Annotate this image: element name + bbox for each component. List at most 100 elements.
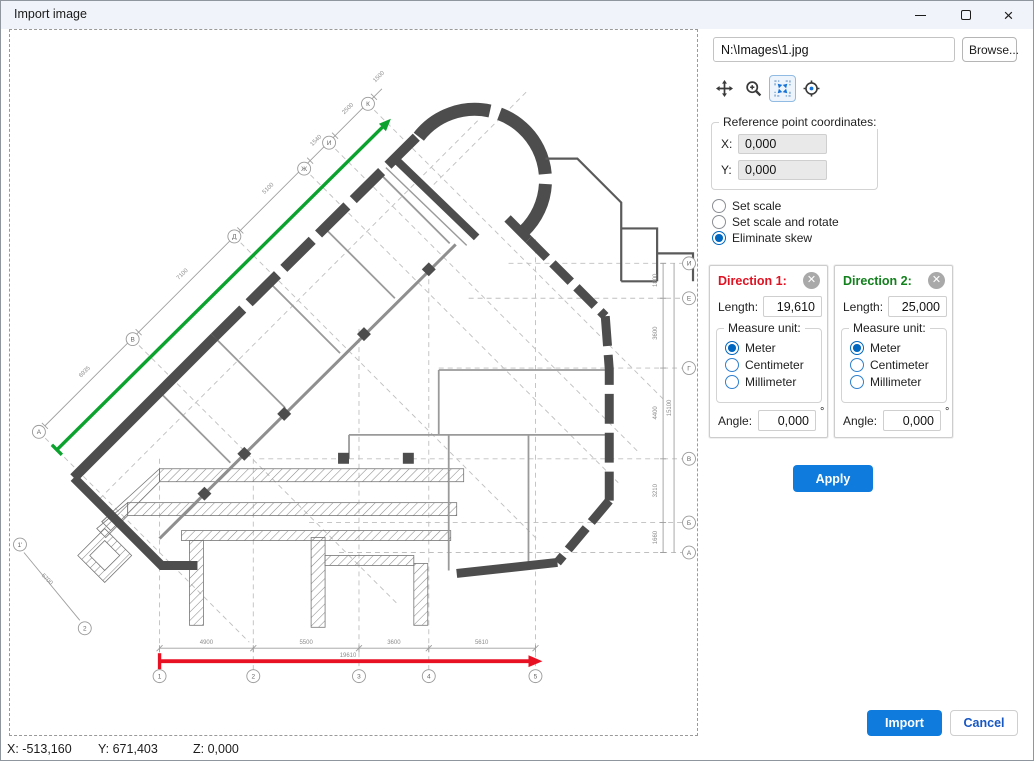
radio-icon (712, 231, 726, 245)
axis-label: В (687, 456, 691, 463)
fit-view-button[interactable] (769, 75, 796, 102)
direction-1-title: Direction 1: (718, 274, 787, 288)
radio-icon (850, 375, 864, 389)
axis-label: Е (687, 296, 692, 303)
axis-label: 1' (18, 542, 23, 549)
reference-legend: Reference point coordinates: (719, 115, 880, 129)
radio-icon (850, 358, 864, 372)
axis-label: 5 (534, 673, 538, 680)
radio-icon (850, 341, 864, 355)
floorplan-image: 12345ИЕГВБААВДЖИК1'249005500360056101961… (10, 30, 697, 735)
radio-icon (725, 375, 739, 389)
axis-label: Ж (301, 166, 307, 173)
unit-option-millimeter[interactable]: Millimeter (725, 375, 796, 389)
apply-button[interactable]: Apply (793, 465, 873, 492)
direction-1-close-button[interactable]: ✕ (803, 272, 820, 289)
angle-label: Angle: (843, 414, 877, 428)
title-bar: Import image × (1, 1, 1033, 29)
measure-unit-legend: Measure unit: (724, 321, 805, 335)
unit-option-millimeter[interactable]: Millimeter (850, 375, 921, 389)
zoom-in-icon (745, 80, 762, 97)
mode-option-set-scale-rotate[interactable]: Set scale and rotate (712, 215, 839, 229)
radio-icon (712, 215, 726, 229)
zoom-tool-button[interactable] (740, 75, 767, 102)
import-button[interactable]: Import (867, 710, 942, 736)
maximize-button[interactable] (943, 1, 988, 29)
close-icon: × (1004, 7, 1014, 24)
minimize-button[interactable] (898, 1, 943, 29)
mode-option-set-scale[interactable]: Set scale (712, 199, 781, 213)
angle-label: Angle: (718, 414, 752, 428)
length-label: Length: (843, 300, 883, 314)
settings-panel: Browse... (706, 29, 1030, 736)
dim-label: 5100 (262, 182, 276, 196)
hatched-walls (78, 469, 464, 628)
dim-label: 19610 (340, 653, 357, 659)
measure-unit-group: Measure unit: Meter Centimeter Millimete… (716, 328, 822, 403)
direction2-arrow[interactable] (52, 119, 391, 455)
origin-point-button[interactable] (798, 75, 825, 102)
dim-label: 5700 (40, 573, 54, 587)
origin-point-icon (803, 80, 820, 97)
y-label: Y: (721, 163, 732, 177)
dim-label: 1660 (653, 530, 659, 544)
measure-unit-group: Measure unit: Meter Centimeter Millimete… (841, 328, 947, 403)
radio-icon (725, 341, 739, 355)
direction-2-angle-field[interactable] (883, 410, 941, 431)
minimize-icon (915, 15, 926, 16)
fit-view-icon (774, 80, 791, 97)
dim-label: 6935 (78, 365, 92, 379)
dim-label: 2500 (341, 102, 355, 116)
browse-button[interactable]: Browse... (962, 37, 1017, 62)
dim-label: 1500 (372, 70, 386, 84)
axis-label: Д (232, 234, 237, 241)
measure-unit-legend: Measure unit: (849, 321, 930, 335)
image-preview-panel[interactable]: 12345ИЕГВБААВДЖИК1'249005500360056101961… (9, 29, 698, 736)
dim-label: 4900 (200, 640, 214, 646)
axis-label: Г (687, 365, 691, 372)
direction-2-group: Direction 2: ✕ Length: Measure unit: Met… (834, 265, 953, 438)
close-button[interactable]: × (986, 1, 1031, 29)
import-image-dialog: Import image × (0, 0, 1034, 761)
dialog-title: Import image (14, 7, 87, 21)
pan-icon (716, 80, 733, 97)
direction-2-close-button[interactable]: ✕ (928, 272, 945, 289)
plan-annotations: 12345ИЕГВБААВДЖИК1'249005500360056101961… (13, 70, 695, 683)
dim-label: 5500 (299, 640, 313, 646)
unit-option-centimeter[interactable]: Centimeter (725, 358, 804, 372)
dim-label: 4400 (653, 406, 659, 420)
y-coordinate-field[interactable] (738, 160, 827, 180)
axis-label: И (327, 140, 332, 147)
direction-1-length-field[interactable] (763, 296, 822, 317)
direction-1-angle-field[interactable] (758, 410, 816, 431)
x-coordinate-field[interactable] (738, 134, 827, 154)
dim-label: 1800 (653, 273, 659, 287)
status-bar: X: -513,160 Y: 671,403 Z: 0,000 (1, 737, 701, 761)
pan-tool-button[interactable] (711, 75, 738, 102)
direction-2-length-field[interactable] (888, 296, 947, 317)
x-label: X: (721, 137, 732, 151)
dim-label: 3600 (653, 326, 659, 340)
length-label: Length: (718, 300, 758, 314)
unit-option-meter[interactable]: Meter (725, 341, 776, 355)
axis-label: 2 (83, 626, 87, 633)
mode-option-eliminate-skew[interactable]: Eliminate skew (712, 231, 812, 245)
porch-steps (545, 159, 693, 282)
status-x: X: -513,160 (7, 742, 72, 756)
grid-lines (39, 90, 682, 673)
axis-label: 4 (427, 673, 431, 680)
axis-label: А (687, 550, 692, 557)
unit-option-centimeter[interactable]: Centimeter (850, 358, 929, 372)
file-path-input[interactable] (713, 37, 955, 62)
degree-symbol: ° (820, 406, 824, 418)
direction-1-group: Direction 1: ✕ Length: Measure unit: Met… (709, 265, 828, 438)
degree-symbol: ° (945, 406, 949, 418)
unit-option-meter[interactable]: Meter (850, 341, 901, 355)
radio-icon (725, 358, 739, 372)
axis-label: 2 (251, 673, 255, 680)
cancel-button[interactable]: Cancel (950, 710, 1018, 736)
dim-label: 5610 (475, 640, 489, 646)
axis-label: 1 (158, 673, 162, 680)
dim-label: 7100 (176, 267, 190, 281)
axis-label: В (130, 336, 134, 343)
